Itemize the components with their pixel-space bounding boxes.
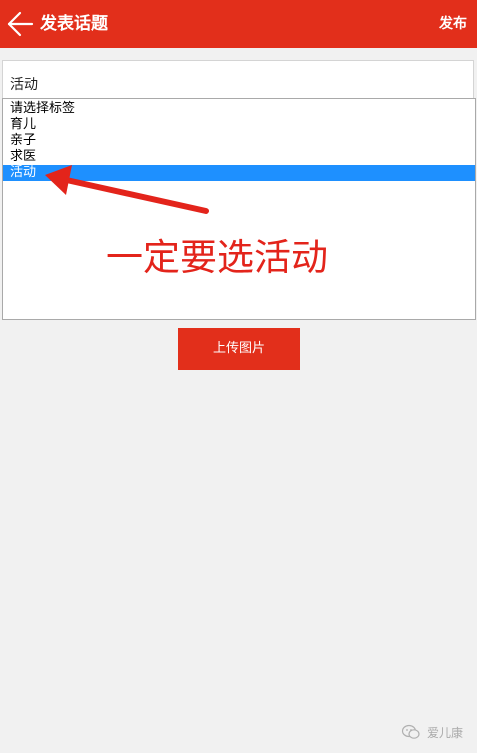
watermark: 爱儿康	[401, 722, 463, 742]
tag-option-activity[interactable]: 活动	[3, 165, 475, 181]
app-frame: 发表话题 发布 请选择标签 育儿 亲子 求医 活动 一定要选活动 上传图片 爱儿…	[0, 0, 477, 753]
upload-image-button[interactable]: 上传图片	[178, 328, 300, 370]
back-arrow-icon	[7, 11, 34, 37]
watermark-text: 爱儿康	[426, 725, 463, 740]
tag-option-medical[interactable]: 求医	[3, 149, 475, 165]
tag-option-parent-child[interactable]: 亲子	[3, 133, 475, 149]
topic-input[interactable]	[2, 60, 474, 98]
publish-button[interactable]: 发布	[439, 14, 467, 34]
tag-option-parenting[interactable]: 育儿	[3, 117, 475, 133]
tag-select-listbox[interactable]: 请选择标签 育儿 亲子 求医 活动	[2, 98, 476, 320]
wechat-icon	[401, 724, 420, 739]
tag-option-placeholder[interactable]: 请选择标签	[3, 101, 475, 117]
page-title: 发表话题	[40, 14, 108, 34]
header-bar: 发表话题 发布	[0, 0, 477, 48]
back-button[interactable]	[4, 8, 38, 40]
annotation-text: 一定要选活动	[106, 236, 328, 279]
